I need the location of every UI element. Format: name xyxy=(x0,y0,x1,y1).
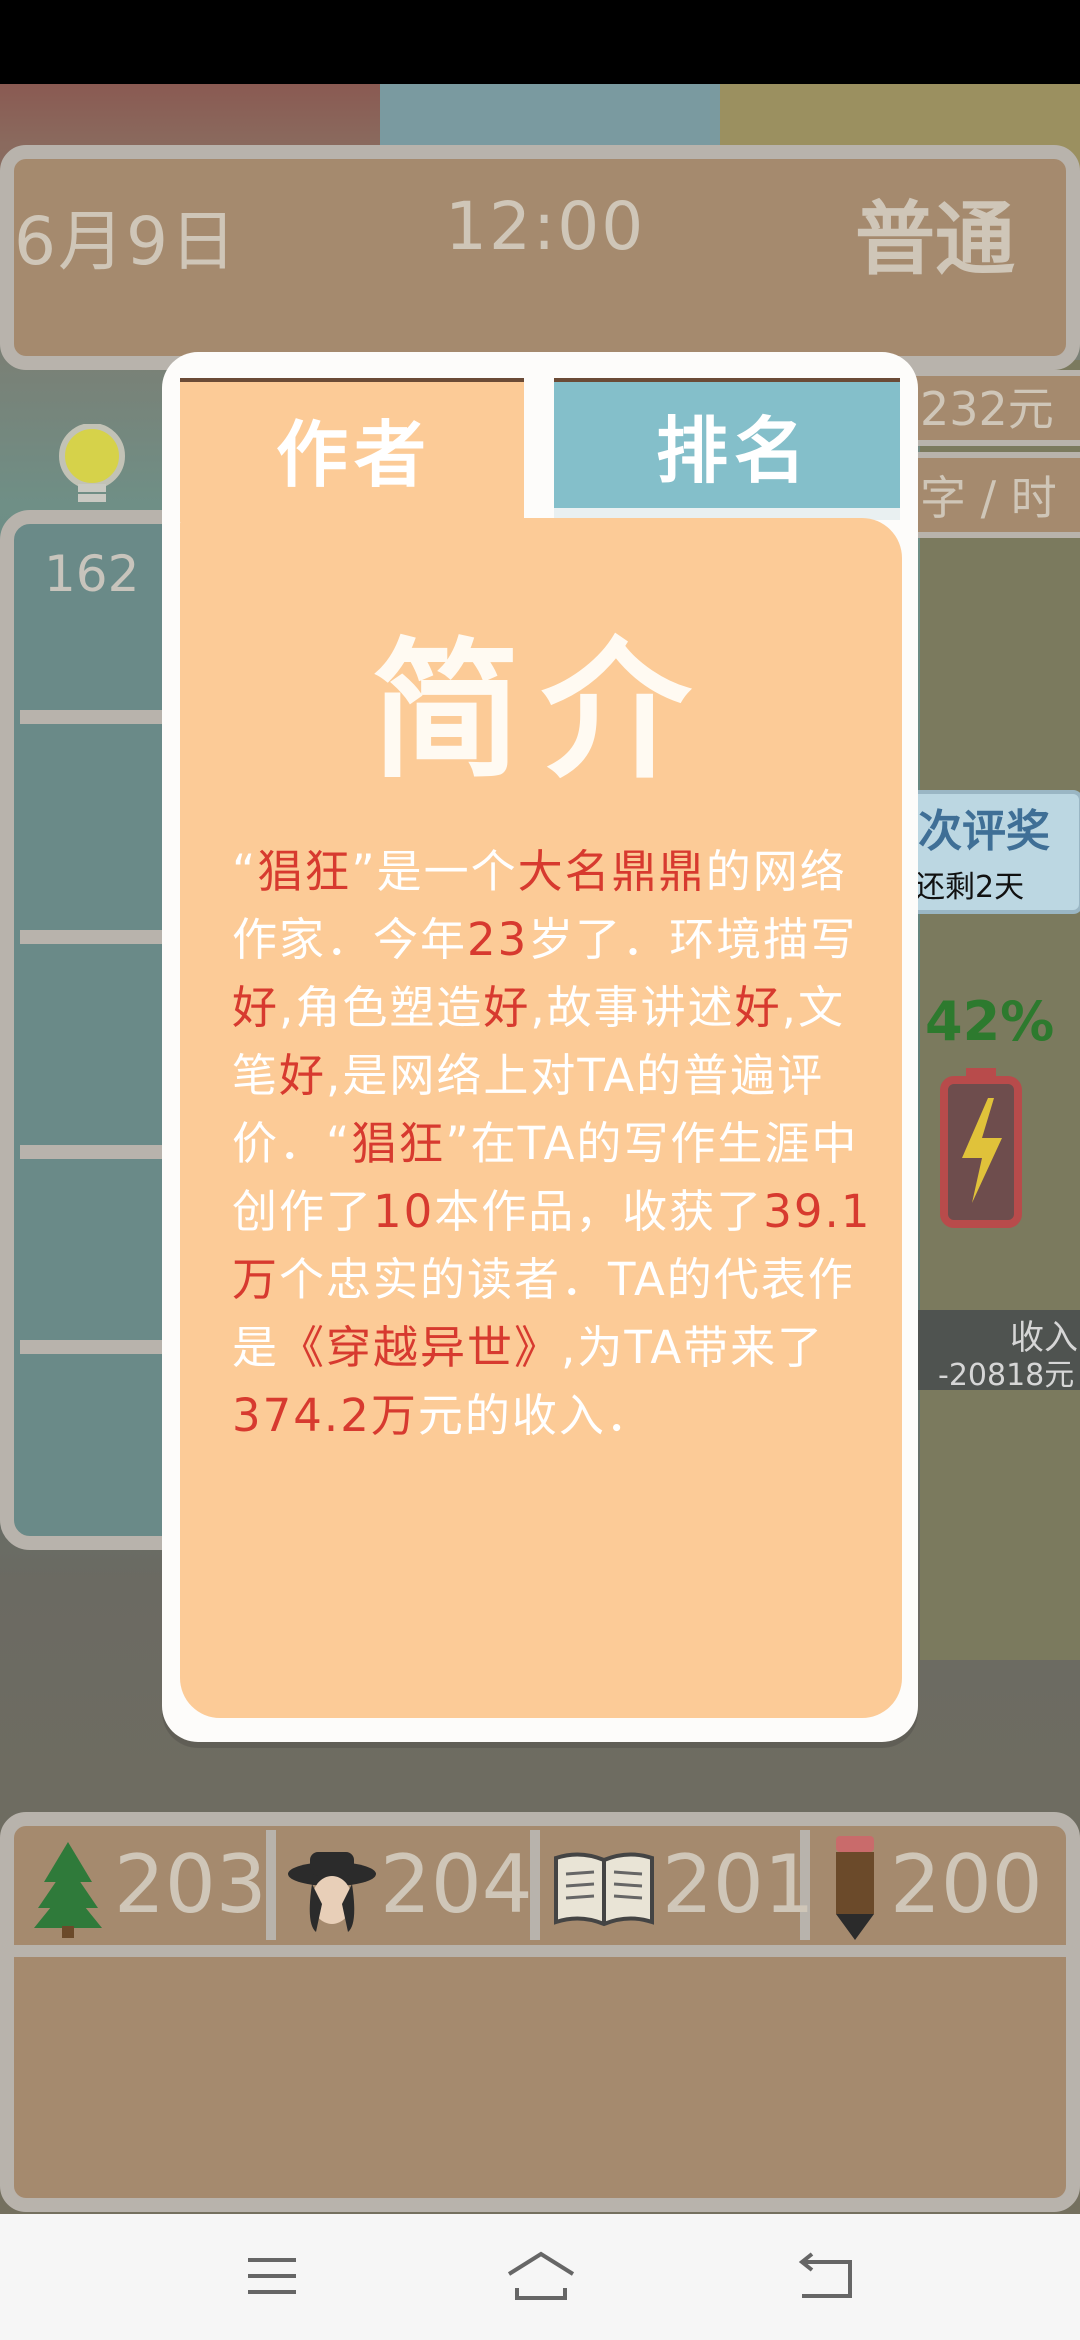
description-text: 岁了．环境描写 xyxy=(528,913,858,966)
description-text: ,为TA带来了 xyxy=(561,1321,825,1374)
award-remaining: 还剩2天 xyxy=(915,870,1025,905)
highlight-text: 猖狂 xyxy=(257,845,352,898)
money-label: 232元 xyxy=(920,382,1054,436)
divider xyxy=(14,1945,1066,1957)
tree-icon xyxy=(34,1842,102,1938)
highlight-text: 好 xyxy=(483,981,531,1034)
income-value: -20818元 xyxy=(938,1358,1075,1393)
stat-value: 200 xyxy=(890,1838,1043,1931)
description-text: ,故事讲述 xyxy=(530,981,735,1034)
tab-rank-label: 排名 xyxy=(656,409,813,493)
status-bar xyxy=(0,0,1080,84)
description-text: 元的收入． xyxy=(417,1389,653,1442)
highlight-text: 大名鼎鼎 xyxy=(517,845,706,898)
left-number: 162 xyxy=(44,545,140,603)
battery-icon xyxy=(940,1068,1022,1228)
hat-person-icon xyxy=(288,1852,376,1932)
intro-title: 简介 xyxy=(370,625,711,799)
description-text: 本作品，收获了 xyxy=(434,1185,764,1238)
highlight-text: 23 xyxy=(467,913,529,966)
highlight-text: 好 xyxy=(232,981,280,1034)
stat-value: 203 xyxy=(114,1838,267,1931)
time-label: 12:00 xyxy=(445,188,646,265)
award-title: 次评奖 xyxy=(918,806,1050,857)
home-icon[interactable] xyxy=(505,2248,577,2304)
back-icon[interactable] xyxy=(796,2248,856,2304)
menu-icon[interactable] xyxy=(244,2248,300,2304)
pencil-icon xyxy=(836,1836,874,1940)
stat-hat-person[interactable]: 204 xyxy=(284,1832,533,1942)
speed-label: 字 / 时 xyxy=(920,471,1057,525)
stat-value: 204 xyxy=(380,1838,533,1931)
highlight-text: 好 xyxy=(279,1049,327,1102)
difficulty-label: 普通 xyxy=(855,193,1015,286)
date-label: 6月9日 xyxy=(14,203,238,280)
description-text: ”是一个 xyxy=(351,845,518,898)
lightbulb-icon[interactable] xyxy=(54,424,130,510)
highlight-text: 10 xyxy=(373,1185,435,1238)
highlight-text: 猖狂 xyxy=(351,1117,446,1170)
description-text: ,角色塑造 xyxy=(279,981,484,1034)
divider xyxy=(266,1830,276,1940)
author-description: “猖狂”是一个大名鼎鼎的网络作家．今年23岁了．环境描写好,角色塑造好,故事讲述… xyxy=(232,838,872,1450)
energy-percent: 42% xyxy=(925,990,1055,1053)
stat-book[interactable]: 201 xyxy=(548,1832,815,1942)
stat-tree[interactable]: 203 xyxy=(24,1832,267,1942)
tab-author-label: 作者 xyxy=(276,413,433,497)
stat-pencil[interactable]: 200 xyxy=(820,1832,1060,1942)
stat-value: 201 xyxy=(662,1838,815,1931)
highlight-text: 好 xyxy=(734,981,782,1034)
background-shape xyxy=(380,84,720,154)
highlight-text: 374.2万 xyxy=(232,1389,418,1442)
description-text: “ xyxy=(232,845,258,898)
highlight-text: 《穿越异世》 xyxy=(279,1321,562,1374)
book-icon xyxy=(554,1852,654,1927)
